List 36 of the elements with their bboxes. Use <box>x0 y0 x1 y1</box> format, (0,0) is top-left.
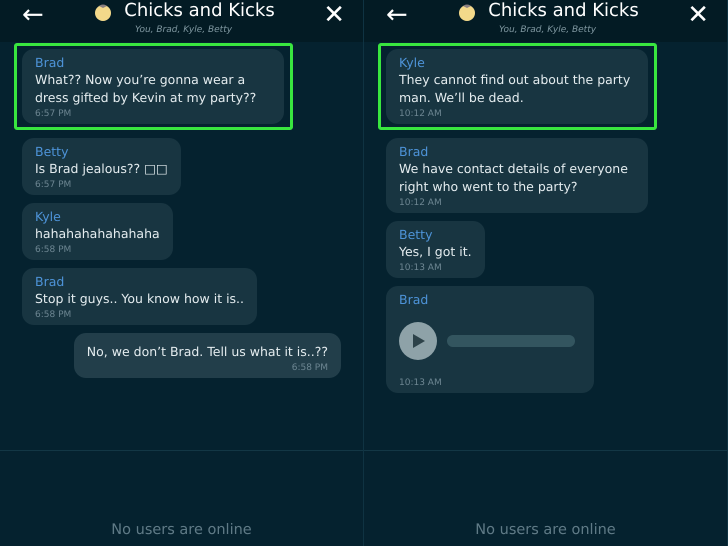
message-text: They cannot find out about the party man. We’ll be dead. <box>399 71 632 107</box>
sender-name: Kyle <box>399 55 426 71</box>
message-time: 6:58 PM <box>35 245 72 255</box>
message-time: 6:58 PM <box>35 310 72 320</box>
sender-name: Brad <box>399 292 430 308</box>
member-list: You, Brad, Kyle, Betty <box>134 25 232 35</box>
sender-name: Brad <box>35 55 66 71</box>
message-text: Yes, I got it. <box>399 243 472 261</box>
message-text: Stop it guys.. You know how it is.. <box>35 290 244 308</box>
message-time: 6:57 PM <box>35 180 72 190</box>
sender-name: Betty <box>399 227 434 243</box>
message-time: 6:57 PM <box>35 109 72 119</box>
message-time: 10:12 AM <box>399 109 442 119</box>
back-button[interactable]: ← <box>22 1 44 29</box>
message-text: Is Brad jealous?? □□ <box>35 160 168 178</box>
online-status: No users are online <box>475 522 616 538</box>
message-text: No, we don’t Brad. Tell us what it is..?? <box>86 343 328 361</box>
chat-title: Chicks and Kicks <box>124 0 275 22</box>
message-text: We have contact details of everyone right who went to the party? <box>399 160 629 196</box>
online-status: No users are online <box>111 522 252 538</box>
sender-name: Brad <box>399 144 430 160</box>
close-button[interactable]: ✕ <box>687 1 709 29</box>
back-button[interactable]: ← <box>386 1 408 29</box>
member-list: You, Brad, Kyle, Betty <box>498 25 596 35</box>
play-button[interactable] <box>399 322 437 360</box>
message-time: 10:13 AM <box>399 378 442 388</box>
close-button[interactable]: ✕ <box>323 1 345 29</box>
message-text: What?? Now you’re gonna wear a dress gifted by Kevin at my party?? <box>35 71 258 107</box>
sender-name: Betty <box>35 144 70 160</box>
message-time: 6:58 PM <box>292 363 328 373</box>
sender-name: Kyle <box>35 209 62 225</box>
message-time: 10:12 AM <box>399 198 442 208</box>
message-time: 10:13 AM <box>399 263 442 273</box>
message-text: hahahahahahahaha <box>35 225 160 243</box>
sender-name: Brad <box>35 274 66 290</box>
chat-title: Chicks and Kicks <box>488 0 639 22</box>
